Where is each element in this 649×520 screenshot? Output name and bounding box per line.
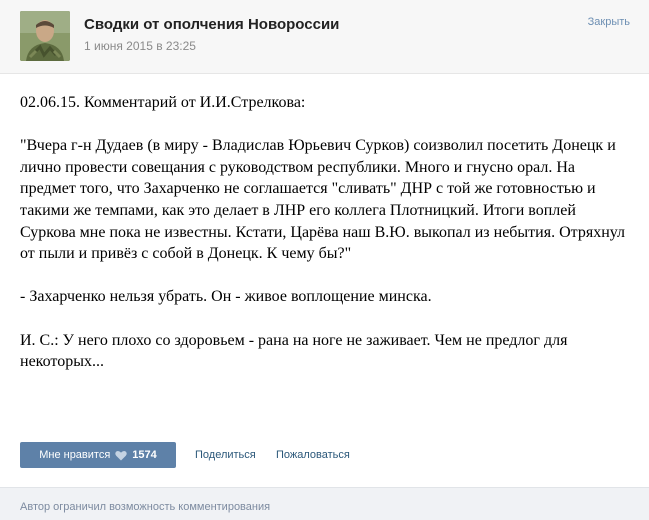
post-date[interactable]: 1 июня 2015 в 23:25	[84, 39, 196, 53]
like-button[interactable]: Мне нравится 1574	[20, 442, 176, 468]
post-paragraph: "Вчера г-н Дудаев (в миру - Владислав Юр…	[20, 137, 626, 263]
like-label: Мне нравится	[39, 449, 111, 461]
post-header: Сводки от ополчения Новороссии 1 июня 20…	[0, 0, 649, 74]
post-paragraph: 02.06.15. Комментарий от И.И.Стрелкова:	[20, 94, 306, 111]
comments-restricted-notice: Автор ограничил возможность комментирова…	[20, 501, 271, 513]
comments-footer: Автор ограничил возможность комментирова…	[0, 487, 649, 520]
report-link[interactable]: Пожаловаться	[276, 449, 350, 461]
post-paragraph: - Захарченко нельзя убрать. Он - живое в…	[20, 288, 432, 306]
share-link[interactable]: Поделиться	[195, 449, 256, 461]
avatar-photo-icon[interactable]	[20, 11, 70, 61]
post-text: 02.06.15. Комментарий от И.И.Стрелкова: …	[20, 92, 626, 394]
close-link[interactable]: Закрыть	[588, 16, 630, 28]
group-name[interactable]: Сводки от ополчения Новороссии	[84, 16, 339, 33]
post-paragraph: И. С.: У него плохо со здоровьем - рана …	[20, 331, 568, 371]
heart-icon	[115, 450, 127, 461]
like-count: 1574	[132, 449, 157, 461]
